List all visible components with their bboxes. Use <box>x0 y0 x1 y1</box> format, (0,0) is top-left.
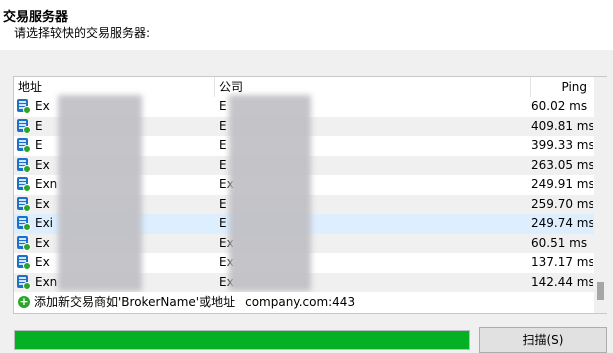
server-ping: 142.44 ms <box>531 274 593 289</box>
server-ping: 137.17 ms <box>531 255 593 269</box>
server-icon <box>16 234 34 253</box>
server-icon <box>16 117 34 136</box>
server-icon <box>16 253 34 272</box>
server-icon <box>16 156 34 175</box>
column-header-address[interactable]: 地址 <box>14 77 215 97</box>
column-header-company[interactable]: 公司 <box>215 77 531 97</box>
add-icon: + <box>18 295 30 308</box>
progress-fill <box>15 331 469 349</box>
scan-progress-bar <box>14 330 470 350</box>
dialog-header: 交易服务器 请选择较快的交易服务器: <box>0 0 613 50</box>
server-icon <box>16 195 34 214</box>
vertical-scrollbar[interactable] <box>594 77 607 313</box>
server-icon <box>16 273 34 292</box>
server-ping: 60.02 ms <box>531 99 588 113</box>
server-icon <box>16 214 34 233</box>
server-icon <box>16 136 34 155</box>
add-broker-hint: 添加新交易商如'BrokerName'或地址 <box>34 295 236 309</box>
server-ping: 399.33 ms <box>531 138 593 152</box>
add-broker-hint-tail: company.com:443 <box>245 295 356 309</box>
scrollbar-thumb[interactable] <box>597 282 604 300</box>
server-ping: 409.81 ms <box>531 118 593 133</box>
server-list[interactable]: 地址 公司 Ping Ex E 60.02 ms E E 409.81 ms E E 399.3… <box>13 76 607 314</box>
server-ping: 60.51 ms <box>531 235 588 250</box>
server-ping: 249.91 ms <box>531 177 593 191</box>
dialog-title: 交易服务器 <box>3 10 69 25</box>
redaction-address <box>58 95 142 291</box>
add-broker-row[interactable]: + 添加新交易商如'BrokerName'或地址 company.com:443 <box>14 292 594 313</box>
redaction-company <box>229 95 311 291</box>
server-icon <box>16 97 34 116</box>
server-ping: 259.70 ms <box>531 196 593 211</box>
scan-button[interactable]: 扫描(S) <box>479 327 607 353</box>
dialog-subtitle: 请选择较快的交易服务器: <box>14 26 151 40</box>
server-icon <box>16 175 34 194</box>
column-header-ping[interactable]: Ping <box>531 77 593 97</box>
server-ping: 249.74 ms <box>531 216 593 230</box>
server-ping: 263.05 ms <box>531 157 593 172</box>
